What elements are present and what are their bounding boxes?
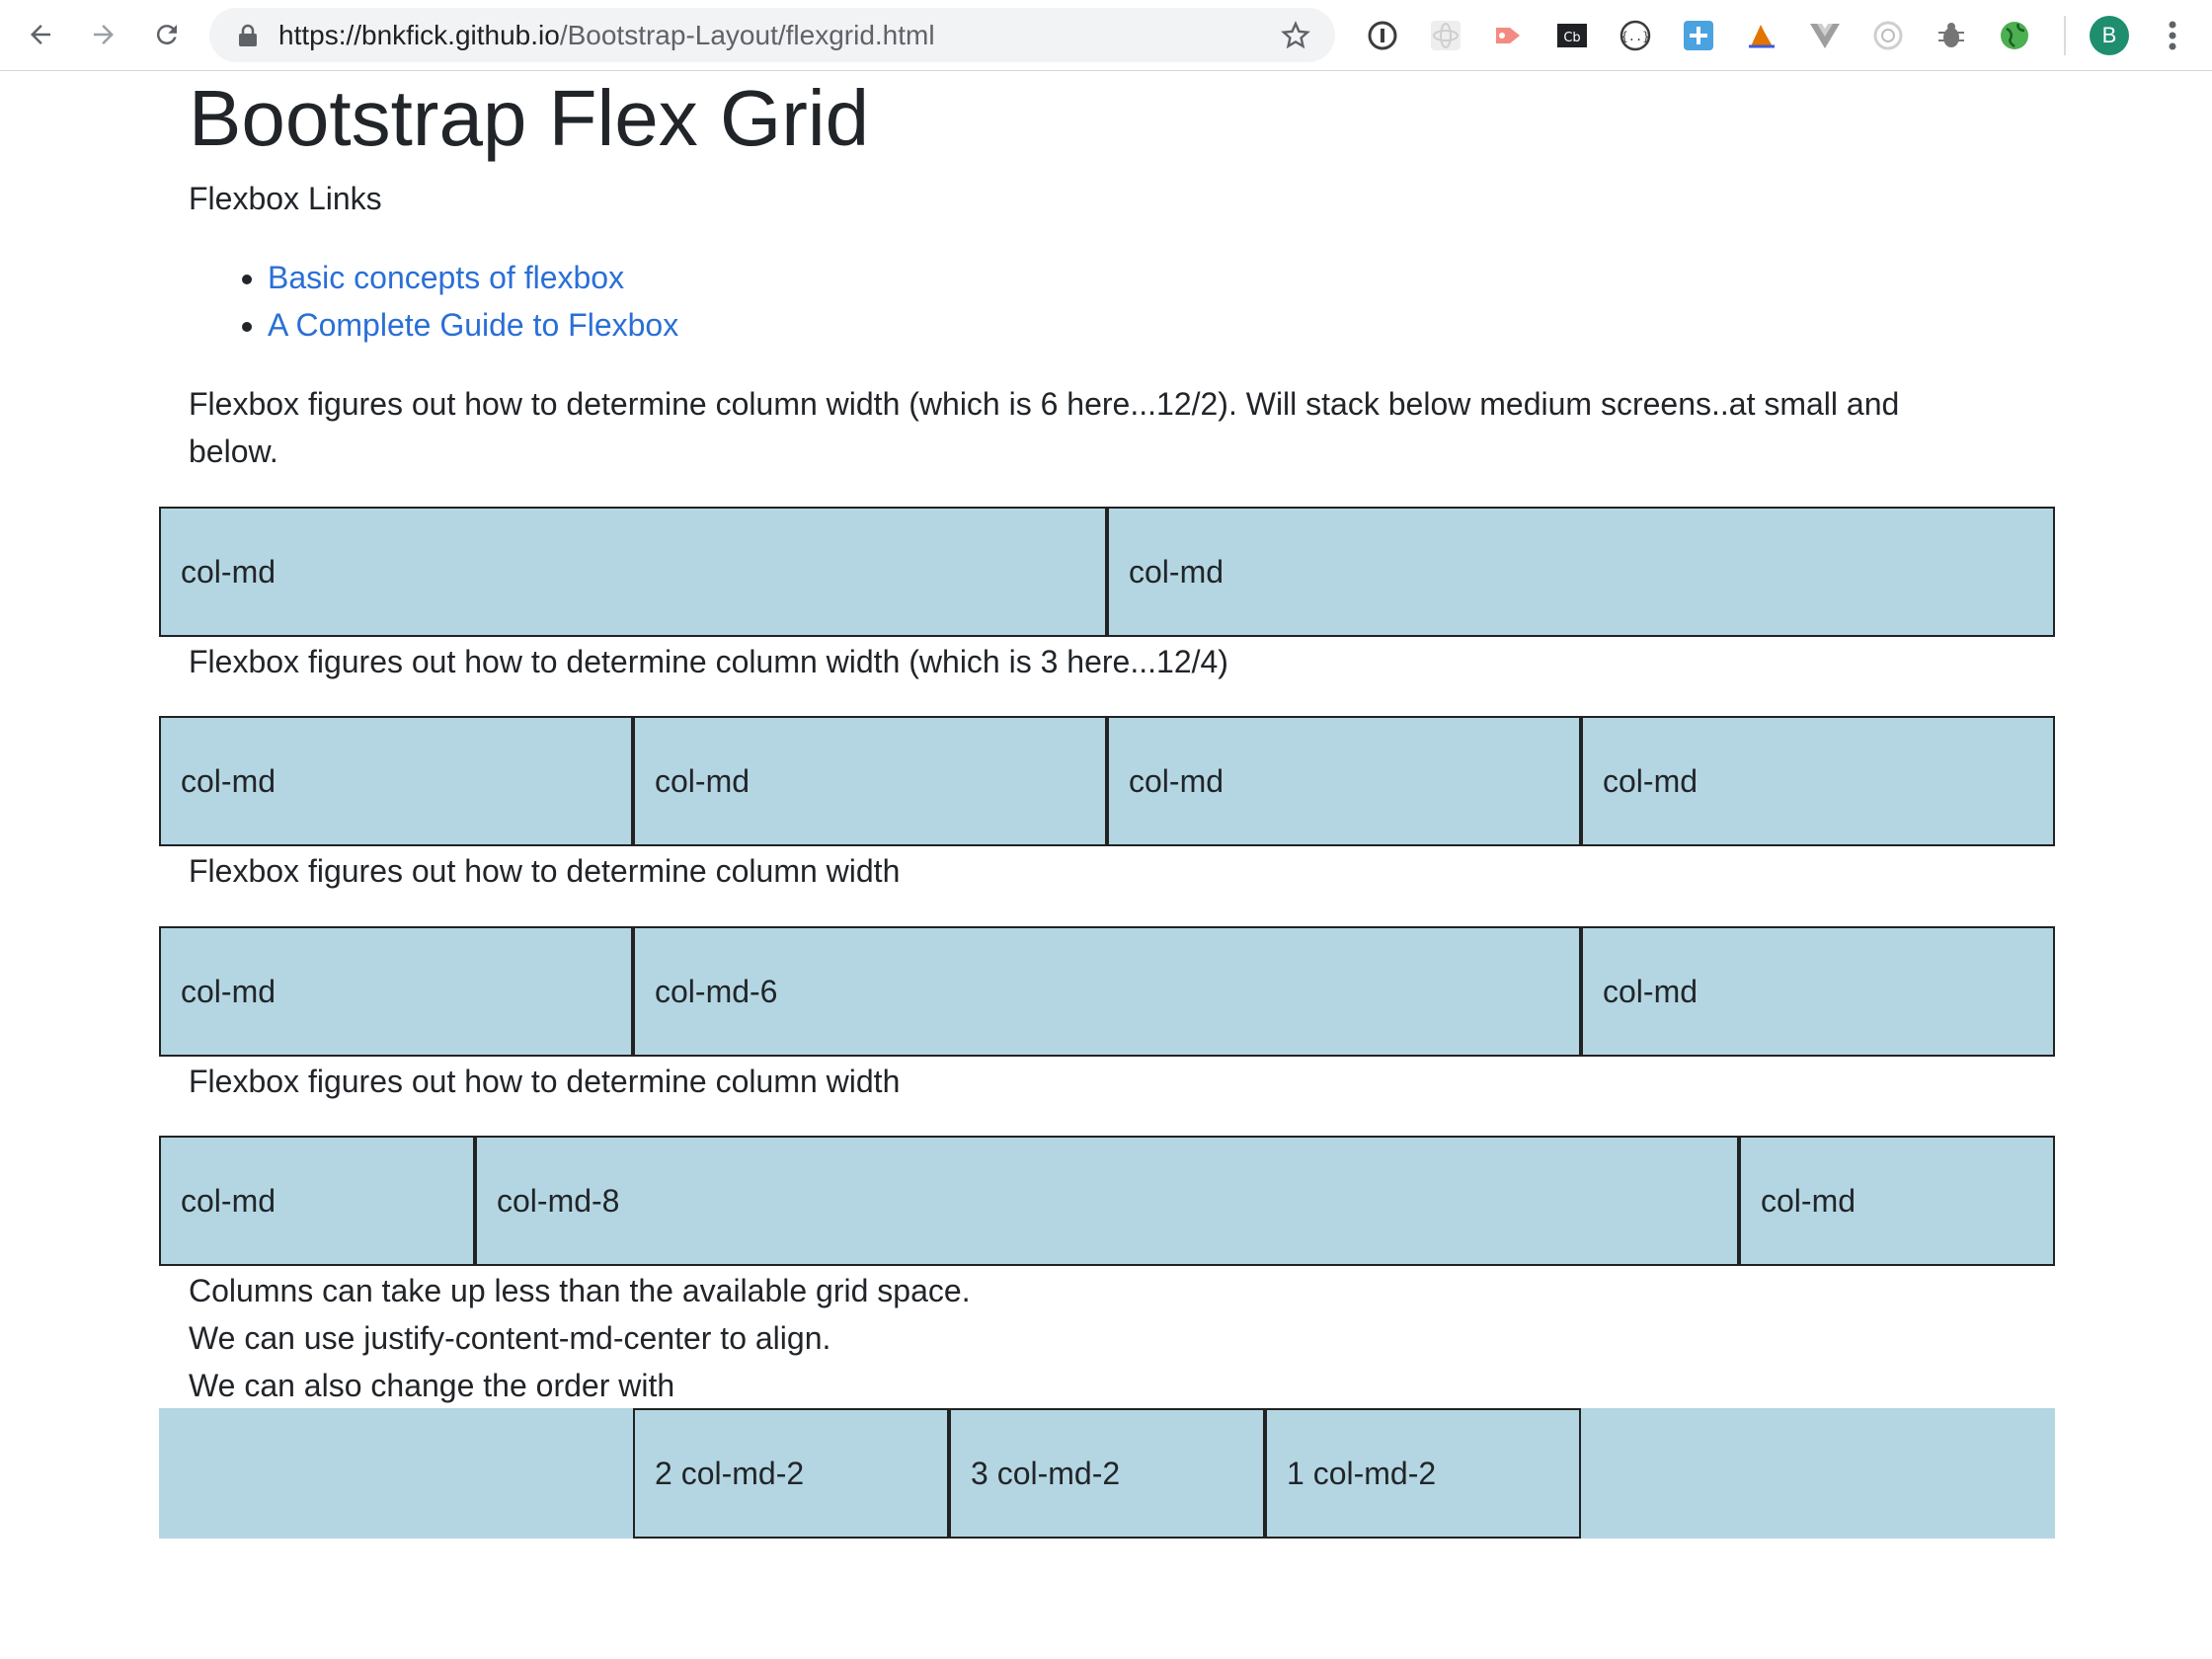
profile-avatar[interactable]: B (2090, 16, 2129, 55)
url-text: https://bnkfick.github.io/Bootstrap-Layo… (278, 8, 935, 62)
grid-col: col-md (1107, 716, 1581, 846)
grid-col: col-md (1581, 716, 2055, 846)
link-complete-guide[interactable]: A Complete Guide to Flexbox (268, 307, 678, 343)
paragraph-3-columns: Flexbox figures out how to determine col… (189, 644, 1228, 679)
grid-row-4-cols: col-md col-md col-md col-md (159, 716, 2055, 846)
star-icon[interactable] (1280, 20, 1311, 51)
vue-devtools-icon[interactable] (1805, 16, 1845, 55)
grid-col: col-md (1581, 926, 2055, 1057)
password-manager-icon[interactable] (1363, 16, 1402, 55)
chart-extension-icon[interactable] (1742, 16, 1781, 55)
links-list: Basic concepts of flexbox A Complete Gui… (189, 254, 678, 349)
paragraph-auto-width-1: Flexbox figures out how to determine col… (189, 853, 901, 889)
arrow-left-icon (31, 25, 50, 44)
arrow-right-icon (94, 25, 114, 44)
plus-extension-icon[interactable] (1679, 16, 1718, 55)
paragraph-6-columns-line1: Flexbox figures out how to determine col… (189, 386, 1900, 422)
cb-icon[interactable]: Cb (1552, 16, 1592, 55)
page-title: Bootstrap Flex Grid (189, 74, 870, 162)
circle-extension-icon[interactable] (1868, 16, 1908, 55)
back-button[interactable] (18, 12, 63, 57)
svg-text:{..}: {..} (1621, 30, 1650, 43)
grid-col-md-8: col-md-8 (475, 1136, 1739, 1266)
grid-col: col-md (159, 716, 633, 846)
grid-col: col-md (159, 1136, 475, 1266)
paragraph-less-space-line2: We can use justify-content-md-center to … (189, 1320, 831, 1356)
url-path: /Bootstrap-Layout/flexgrid.html (559, 20, 935, 50)
lock-icon (239, 24, 257, 46)
reload-icon (156, 25, 177, 45)
paragraph-auto-width-2: Flexbox figures out how to determine col… (189, 1064, 901, 1099)
url-host: https://bnkfick.github.io (278, 20, 560, 50)
globe-icon[interactable] (1995, 16, 2034, 55)
grid-col-md-2: 3 col-md-2 (949, 1408, 1265, 1539)
grid-row-centered-ordered: 2 col-md-2 3 col-md-2 1 col-md-2 (159, 1408, 2055, 1539)
grid-row-8-center: col-md col-md-8 col-md (159, 1136, 2055, 1266)
grid-col-md-2: 1 col-md-2 (1265, 1408, 1581, 1539)
paragraph-less-space-line3: We can also change the order with (189, 1368, 675, 1403)
list-item: Basic concepts of flexbox (268, 254, 678, 301)
browser-toolbar: https://bnkfick.github.io/Bootstrap-Layo… (0, 0, 2212, 71)
links-heading: Flexbox Links (189, 181, 382, 216)
paragraph-6-columns-line2: below. (189, 434, 278, 469)
tag-icon[interactable] (1489, 16, 1529, 55)
grid-row-6-center: col-md col-md-6 col-md (159, 926, 2055, 1057)
grid-col: col-md (1107, 507, 2055, 637)
grid-col-md-2: 2 col-md-2 (633, 1408, 949, 1539)
paragraph-less-space-line1: Columns can take up less than the availa… (189, 1273, 971, 1308)
toolbar-separator (2064, 16, 2066, 55)
grid-col: col-md (1739, 1136, 2055, 1266)
forward-button[interactable] (81, 12, 126, 57)
grid-col: col-md (159, 926, 633, 1057)
list-item: A Complete Guide to Flexbox (268, 301, 678, 349)
address-bar[interactable]: https://bnkfick.github.io/Bootstrap-Layo… (209, 8, 1335, 62)
reload-button[interactable] (144, 12, 190, 57)
menu-button[interactable] (2153, 16, 2192, 55)
grid-col: col-md (159, 507, 1107, 637)
svg-text:Cb: Cb (1563, 31, 1580, 45)
grid-col: col-md (633, 716, 1107, 846)
link-basic-concepts[interactable]: Basic concepts of flexbox (268, 260, 624, 295)
bug-icon[interactable] (1932, 16, 1971, 55)
json-viewer-icon[interactable]: {..} (1616, 16, 1655, 55)
grid-row-2-cols: col-md col-md (159, 507, 2055, 637)
grid-col-md-6: col-md-6 (633, 926, 1581, 1057)
react-devtools-icon[interactable] (1426, 16, 1465, 55)
kebab-menu-icon (2169, 21, 2176, 50)
